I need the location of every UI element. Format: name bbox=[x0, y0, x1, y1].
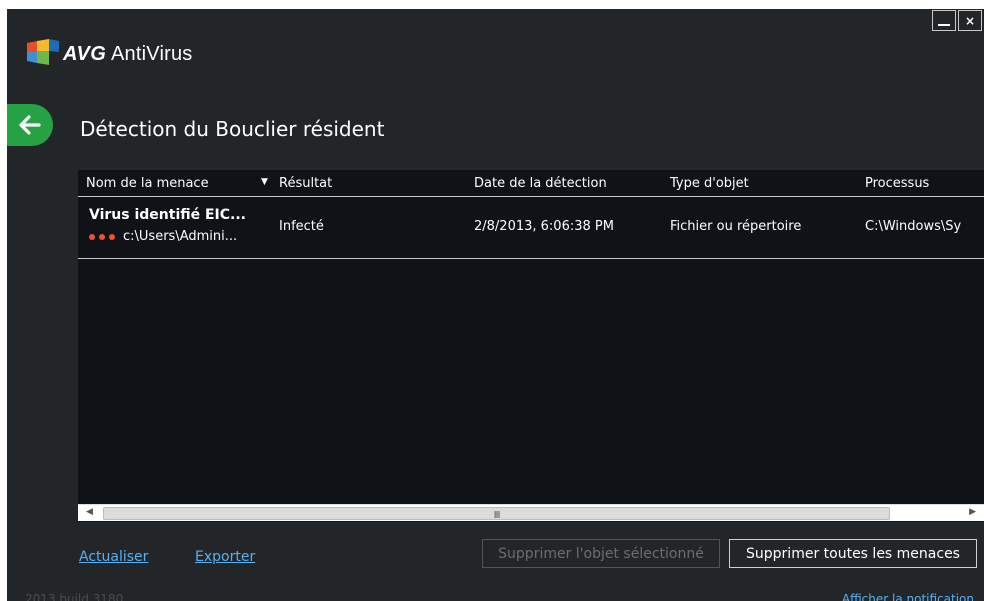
threat-result: Infecté bbox=[279, 219, 324, 234]
object-type: Fichier ou répertoire bbox=[670, 219, 802, 234]
version-label: 2013 build 3180 bbox=[25, 592, 124, 601]
remove-selected-button[interactable]: Supprimer l'objet sélectionné bbox=[482, 539, 720, 568]
column-header-result[interactable]: Résultat bbox=[279, 176, 332, 191]
column-header-object-type[interactable]: Type d'objet bbox=[670, 176, 749, 191]
page-title: Détection du Bouclier résident bbox=[80, 117, 385, 141]
avg-logo bbox=[27, 39, 59, 65]
back-button[interactable] bbox=[7, 104, 53, 146]
minimize-button[interactable] bbox=[932, 10, 956, 31]
back-arrow-icon bbox=[19, 115, 41, 135]
table-row[interactable]: Virus identifié EIC... c:\Users\Admini..… bbox=[78, 198, 984, 259]
export-link[interactable]: Exporter bbox=[195, 549, 255, 565]
app-product: AntiVirus bbox=[111, 43, 193, 65]
sort-desc-icon[interactable]: ▼ bbox=[261, 177, 268, 187]
close-icon: × bbox=[964, 13, 976, 28]
severity-dots-icon bbox=[89, 233, 115, 240]
window-controls: × bbox=[932, 10, 982, 31]
scrollbar-grip: III bbox=[493, 510, 501, 521]
scroll-left-icon[interactable]: ◀ bbox=[86, 507, 93, 517]
detection-date: 2/8/2013, 6:06:38 PM bbox=[474, 219, 614, 234]
show-notification-link[interactable]: Afficher la notification bbox=[842, 592, 974, 601]
column-header-process[interactable]: Processus bbox=[865, 176, 929, 191]
minimize-icon bbox=[938, 23, 950, 26]
table-header: Nom de la menace ▼ Résultat Date de la d… bbox=[78, 170, 984, 197]
threat-path: c:\Users\Admini... bbox=[89, 229, 275, 244]
scrollbar-thumb[interactable]: III bbox=[103, 507, 890, 521]
remove-all-button[interactable]: Supprimer toutes les menaces bbox=[729, 539, 977, 568]
close-button[interactable]: × bbox=[958, 10, 982, 31]
refresh-link[interactable]: Actualiser bbox=[79, 549, 148, 565]
scroll-right-icon[interactable]: ▶ bbox=[969, 507, 976, 517]
column-header-threat-name[interactable]: Nom de la menace bbox=[86, 176, 209, 191]
process: C:\Windows\Sy bbox=[865, 219, 962, 234]
threat-table: Nom de la menace ▼ Résultat Date de la d… bbox=[78, 170, 984, 522]
threat-path-text: c:\Users\Admini... bbox=[123, 229, 238, 244]
horizontal-scrollbar[interactable]: ◀ III ▶ bbox=[78, 504, 984, 521]
app-title: AVG AntiVirus bbox=[63, 43, 192, 66]
threat-name: Virus identifié EIC... bbox=[89, 207, 246, 223]
app-brand: AVG bbox=[63, 43, 107, 65]
app-window: AVG AntiVirus × Détection du Bouclier ré… bbox=[7, 9, 984, 601]
column-header-date[interactable]: Date de la détection bbox=[474, 176, 607, 191]
